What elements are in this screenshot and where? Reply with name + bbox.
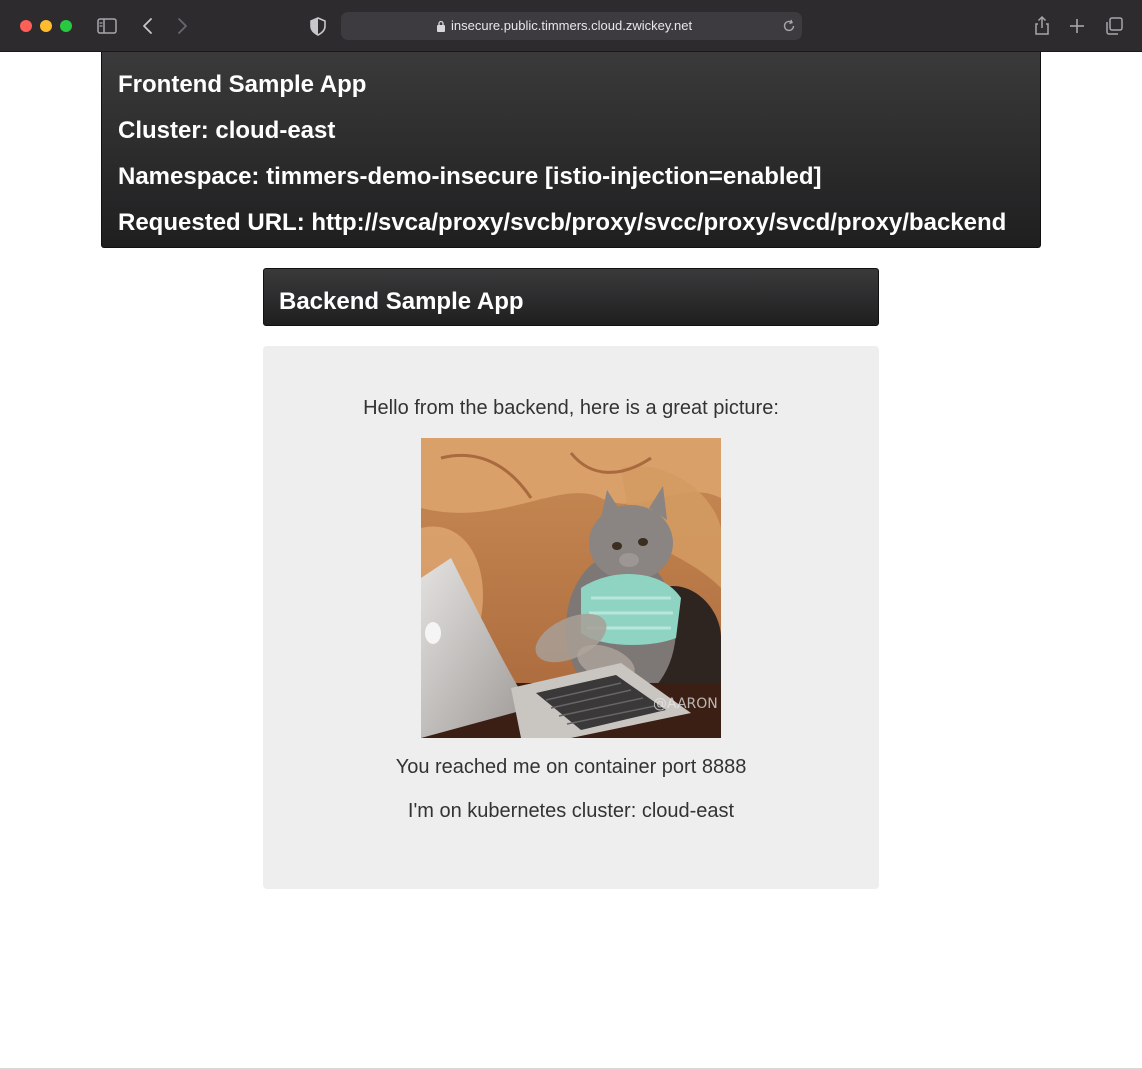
minimize-window-button[interactable]	[40, 20, 52, 32]
close-window-button[interactable]	[20, 20, 32, 32]
address-bar[interactable]: insecure.public.timmers.cloud.zwickey.ne…	[341, 12, 802, 40]
zoom-window-button[interactable]	[60, 20, 72, 32]
browser-toolbar: insecure.public.timmers.cloud.zwickey.ne…	[0, 0, 1142, 52]
shield-icon[interactable]	[307, 15, 329, 37]
image-watermark: @AARON	[653, 696, 718, 712]
tabs-overview-icon[interactable]	[1103, 15, 1125, 37]
backend-port-text: You reached me on container port 8888	[395, 756, 747, 778]
back-icon[interactable]	[137, 15, 159, 37]
lock-icon	[437, 20, 445, 32]
cat-typing-image: @AARON	[421, 438, 721, 738]
share-icon[interactable]	[1031, 15, 1053, 37]
reload-icon[interactable]	[781, 18, 797, 34]
forward-icon[interactable]	[171, 15, 193, 37]
frontend-namespace: Namespace: timmers-demo-insecure [istio-…	[118, 163, 822, 190]
backend-title: Backend Sample App	[279, 288, 524, 315]
backend-cluster-text: I'm on kubernetes cluster: cloud-east	[407, 800, 735, 822]
frontend-header: Frontend Sample App Cluster: cloud-east …	[101, 52, 1041, 248]
new-tab-icon[interactable]	[1066, 15, 1088, 37]
backend-header: Backend Sample App	[263, 268, 879, 326]
backend-greeting: Hello from the backend, here is a great …	[363, 397, 779, 419]
frontend-cluster: Cluster: cloud-east	[118, 117, 336, 144]
frontend-title: Frontend Sample App	[118, 71, 367, 98]
backend-content-card: Hello from the backend, here is a great …	[263, 346, 879, 889]
sidebar-icon[interactable]	[96, 15, 118, 37]
frontend-requested-url: Requested URL: http://svca/proxy/svcb/pr…	[118, 209, 1007, 236]
url-text: insecure.public.timmers.cloud.zwickey.ne…	[451, 18, 693, 33]
